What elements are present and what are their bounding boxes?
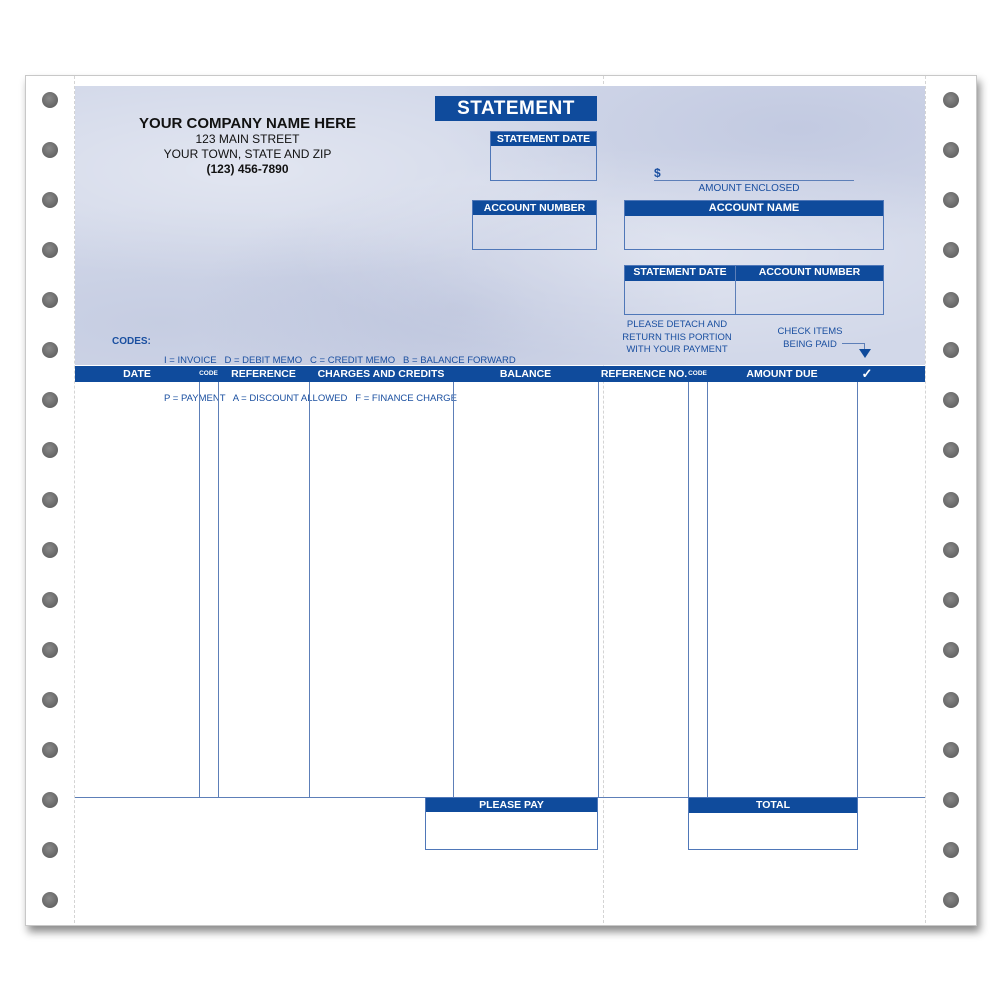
company-name: YOUR COMPANY NAME HERE [139,115,356,132]
column-header-code: CODE [199,370,218,377]
reference-column-area[interactable] [219,382,309,797]
pin-feed-hole [42,742,58,758]
pin-feed-hole [943,742,959,758]
arrow-down-icon [859,349,871,358]
pin-feed-hole [42,342,58,358]
total-label: TOTAL [689,798,857,813]
pin-feed-hole [943,242,959,258]
pin-feed-hole [943,142,959,158]
perforation-right [925,76,926,923]
account-number-label: ACCOUNT NUMBER [473,201,596,215]
column-header-reference-no: REFERENCE NO. [600,368,688,380]
check-mark-icon: ✓ [861,366,873,381]
stub-code-column-area[interactable] [689,382,707,797]
pin-feed-hole [42,542,58,558]
total-field[interactable]: TOTAL [688,797,858,850]
pin-feed-hole [943,492,959,508]
pin-feed-hole [42,392,58,408]
company-city-state-zip: YOUR TOWN, STATE AND ZIP [163,147,332,161]
pin-feed-hole [42,292,58,308]
column-header-balance: BALANCE [499,368,552,380]
pin-feed-hole [42,642,58,658]
company-street: 123 MAIN STREET [195,132,300,146]
amount-enclosed-line[interactable] [654,180,854,181]
remittance-statement-date-field[interactable] [625,281,734,314]
pin-feed-hole [42,792,58,808]
date-column-area[interactable] [75,382,199,797]
check-arrow-line [842,343,864,344]
pin-feed-hole [943,292,959,308]
pin-feed-hole [42,142,58,158]
pin-feed-hole [943,192,959,208]
charges-column-area[interactable] [310,382,453,797]
balance-column-area[interactable] [454,382,598,797]
please-pay-label: PLEASE PAY [426,798,597,812]
account-name-field[interactable]: ACCOUNT NAME [624,200,884,250]
column-divider [598,382,599,797]
pin-feed-hole [42,692,58,708]
please-pay-field[interactable]: PLEASE PAY [425,797,598,850]
pin-feed-hole [943,592,959,608]
column-header-stub-code: CODE [688,370,707,377]
pin-feed-hole [943,392,959,408]
check-items-note: CHECK ITEMS BEING PAID [765,326,855,351]
reference-no-column-area[interactable] [604,382,688,797]
form-title: STATEMENT [435,96,597,121]
pin-feed-hole [42,592,58,608]
remittance-account-number-field[interactable] [736,281,883,314]
pin-feed-hole [42,92,58,108]
check-column-area[interactable] [858,382,925,797]
pin-feed-hole [42,492,58,508]
statement-date-field[interactable]: STATEMENT DATE [490,131,597,181]
pin-feed-hole [943,692,959,708]
company-phone: (123) 456-7890 [206,162,289,176]
pin-feed-hole [943,842,959,858]
column-header-date: DATE [123,368,151,380]
codes-label: CODES: [112,336,151,347]
pin-feed-hole [943,342,959,358]
pin-feed-hole [42,892,58,908]
column-header-reference: REFERENCE [231,368,296,380]
check-note-line: BEING PAID [783,338,837,350]
currency-symbol: $ [654,166,661,180]
pin-feed-hole [42,192,58,208]
pin-feed-hole [42,242,58,258]
company-block: YOUR COMPANY NAME HERE 123 MAIN STREET Y… [100,115,395,177]
detach-note-line: RETURN THIS PORTION [622,331,732,343]
pin-feed-hole [943,642,959,658]
pin-feed-hole [943,442,959,458]
column-header-amount-due: AMOUNT DUE [746,368,818,380]
code-column-area[interactable] [200,382,218,797]
pin-feed-hole [943,92,959,108]
amount-enclosed-label: AMOUNT ENCLOSED [698,183,800,194]
pin-feed-hole [943,892,959,908]
statement-date-label: STATEMENT DATE [491,132,596,146]
detach-note-line: PLEASE DETACH AND [626,319,728,330]
pin-feed-hole [42,442,58,458]
detach-note-line: WITH YOUR PAYMENT [626,344,728,355]
pin-feed-hole [943,792,959,808]
remittance-statement-date-label: STATEMENT DATE [633,266,727,278]
column-header-charges-credits: CHARGES AND CREDITS [317,368,445,380]
amount-due-column-area[interactable] [708,382,857,797]
remittance-account-number-label: ACCOUNT NUMBER [758,266,861,278]
account-number-field[interactable]: ACCOUNT NUMBER [472,200,597,250]
check-note-line: CHECK ITEMS [777,326,843,337]
pin-feed-hole [943,542,959,558]
account-name-label: ACCOUNT NAME [625,201,883,216]
detach-note: PLEASE DETACH AND RETURN THIS PORTION WI… [612,319,742,357]
pin-feed-hole [42,842,58,858]
